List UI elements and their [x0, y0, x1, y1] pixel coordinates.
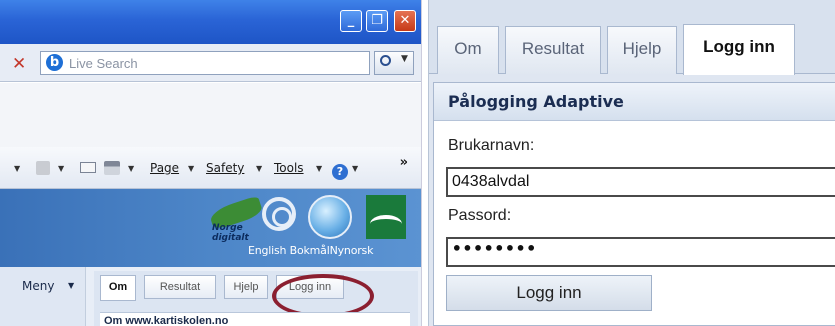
site-banner: Norge digitalt English BokmålNynorsk: [0, 189, 421, 267]
chevron-down-icon: ▼: [188, 164, 195, 173]
chevron-down-icon: ▼: [68, 281, 75, 290]
mail-icon[interactable]: [80, 161, 96, 175]
content-heading: Om www.kartiskolen.no: [100, 312, 410, 326]
close-window-icon[interactable]: ✕: [394, 10, 416, 32]
spiral-logo-icon: [262, 197, 296, 231]
tab-hjelp[interactable]: Hjelp: [224, 275, 268, 299]
lang-bokmal[interactable]: Bokmål: [290, 244, 330, 257]
wave-icon[interactable]: [366, 195, 406, 239]
safety-menu[interactable]: Safety: [206, 161, 244, 175]
login-title: Pålogging Adaptive: [448, 92, 624, 111]
restore-icon[interactable]: ❐: [366, 10, 388, 32]
chevron-down-icon: ▼: [401, 54, 408, 64]
norge-digitalt-logo: Norge digitalt: [208, 195, 264, 249]
title-bar: _ ❐ ✕: [0, 0, 421, 44]
page-menu[interactable]: Page: [150, 161, 179, 175]
tab-hjelp[interactable]: Hjelp: [607, 26, 677, 74]
password-field[interactable]: ••••••••: [446, 237, 835, 267]
lang-english[interactable]: English: [248, 244, 287, 257]
chevron-down-icon[interactable]: ▼: [128, 164, 134, 173]
username-label: Brukarnavn:: [448, 137, 535, 154]
menu-label: Meny: [22, 279, 55, 293]
search-input[interactable]: b Live Search: [40, 51, 370, 75]
search-button[interactable]: ▼: [374, 51, 414, 75]
menu-button[interactable]: Meny ▼: [0, 267, 86, 326]
chevron-down-icon[interactable]: ▼: [58, 164, 64, 173]
rss-icon[interactable]: [36, 161, 50, 176]
lang-nynorsk[interactable]: Nynorsk: [330, 244, 374, 257]
login-button[interactable]: Logg inn: [446, 275, 652, 311]
language-links: English BokmålNynorsk: [248, 244, 373, 257]
browser-window: _ ❐ ✕ ✕ b Live Search ▼ ▼ ▼ ▼ Page ▼ Saf…: [0, 0, 422, 326]
minimize-icon[interactable]: _: [340, 10, 362, 32]
login-form: Pålogging Adaptive Brukarnavn: 0438alvda…: [433, 82, 835, 326]
tab-resultat[interactable]: Resultat: [144, 275, 216, 299]
login-tabs: Om Resultat Hjelp Logg inn: [429, 0, 835, 75]
live-search-logo-icon: b: [46, 54, 63, 71]
username-field[interactable]: 0438alvdal: [446, 167, 835, 197]
tab-resultat[interactable]: Resultat: [505, 26, 601, 74]
search-placeholder: Live Search: [69, 56, 138, 71]
command-bar: ▼ ▼ ▼ Page ▼ Safety ▼ Tools ▼ ? ▼ »: [0, 147, 421, 189]
login-zoom-panel: Om Resultat Hjelp Logg inn Pålogging Ada…: [428, 0, 835, 326]
content-heading-text: Om www.kartiskolen.no: [104, 315, 229, 326]
chevron-down-icon: ▼: [352, 164, 359, 173]
chevron-down-icon: ▼: [316, 164, 323, 173]
print-icon[interactable]: [104, 161, 120, 176]
chevron-down-icon[interactable]: ▼: [14, 164, 20, 173]
tab-om[interactable]: Om: [437, 26, 499, 74]
tools-menu[interactable]: Tools: [274, 161, 304, 175]
toolbar-empty-area: [0, 83, 421, 147]
chevron-down-icon: ▼: [256, 164, 263, 173]
tab-om[interactable]: Om: [100, 275, 136, 301]
login-header: Pålogging Adaptive: [434, 83, 835, 121]
logo-text: Norge digitalt: [212, 223, 249, 243]
password-label: Passord:: [448, 207, 512, 224]
search-bar: ✕ b Live Search ▼: [0, 44, 421, 82]
help-icon[interactable]: ?: [332, 161, 348, 180]
more-chevron[interactable]: »: [400, 155, 408, 170]
tab-logg-inn[interactable]: Logg inn: [683, 24, 795, 75]
stop-icon[interactable]: ✕: [12, 54, 26, 74]
globe-icon[interactable]: [308, 195, 352, 239]
search-icon: [380, 55, 391, 66]
